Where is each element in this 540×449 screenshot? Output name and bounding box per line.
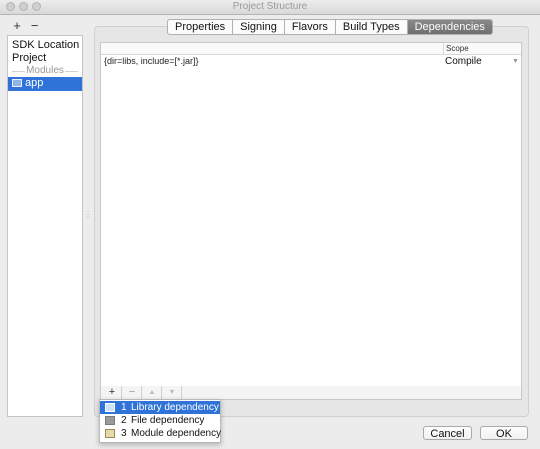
add-dependency-button[interactable]: + (103, 386, 122, 399)
sidebar-item-project[interactable]: Project (12, 52, 46, 64)
remove-dependency-button[interactable]: − (123, 386, 142, 399)
menu-item-number: 2 (121, 415, 127, 426)
chevron-down-icon[interactable]: ▼ (512, 58, 519, 65)
menu-item-label: File dependency (131, 415, 205, 426)
tab-properties[interactable]: Properties (168, 20, 234, 34)
module-folder-icon (105, 429, 115, 438)
structure-sidebar: SDK Location Project Modules app (7, 35, 83, 417)
menu-item-file-dependency[interactable]: 2 File dependency (100, 414, 220, 427)
move-up-button[interactable]: ▲ (143, 386, 162, 399)
splitter-handle[interactable]: ⋮ (84, 210, 92, 220)
move-down-button[interactable]: ▼ (163, 386, 182, 399)
add-dependency-menu: 1 Library dependency 2 File dependency 3… (99, 399, 221, 443)
dependency-cell[interactable]: {dir=libs, include=[*.jar]} (104, 56, 199, 66)
window-title: Project Structure (232, 1, 308, 12)
title-bar: Project Structure (0, 0, 540, 15)
modules-section-header: Modules (8, 65, 82, 77)
tab-build-types[interactable]: Build Types (336, 20, 408, 34)
file-icon (105, 416, 115, 425)
table-toolbar: + − ▲ ▼ (100, 386, 522, 400)
module-folder-icon (12, 79, 22, 87)
sidebar-item-app[interactable]: app (8, 77, 82, 91)
menu-item-number: 3 (121, 428, 127, 439)
cancel-button[interactable]: Cancel (423, 426, 472, 440)
scope-select[interactable]: Compile (445, 56, 482, 67)
scope-column-header[interactable]: Scope (443, 43, 524, 54)
tab-flavors[interactable]: Flavors (285, 20, 336, 34)
tab-dependencies[interactable]: Dependencies (407, 20, 492, 34)
tab-bar: Properties Signing Flavors Build Types D… (167, 19, 493, 35)
library-icon (105, 403, 115, 412)
menu-item-label: Library dependency (131, 402, 219, 413)
menu-item-module-dependency[interactable]: 3 Module dependency (100, 427, 222, 440)
menu-item-label: Module dependency (131, 428, 222, 439)
menu-item-library-dependency[interactable]: 1 Library dependency (100, 401, 220, 414)
ok-button[interactable]: OK (480, 426, 528, 440)
dependencies-table: Scope {dir=libs, include=[*.jar]} Compil… (100, 42, 522, 388)
sidebar-item-label: app (25, 77, 44, 89)
remove-module-button[interactable]: − (28, 18, 42, 33)
add-module-button[interactable]: + (10, 18, 24, 33)
table-header: Scope (101, 43, 521, 55)
menu-item-number: 1 (121, 402, 127, 413)
sidebar-item-sdk-location[interactable]: SDK Location (12, 39, 79, 51)
tab-signing[interactable]: Signing (233, 20, 285, 34)
table-row[interactable]: {dir=libs, include=[*.jar]} Compile ▼ (101, 55, 521, 69)
left-toolbar: + − (10, 18, 42, 33)
